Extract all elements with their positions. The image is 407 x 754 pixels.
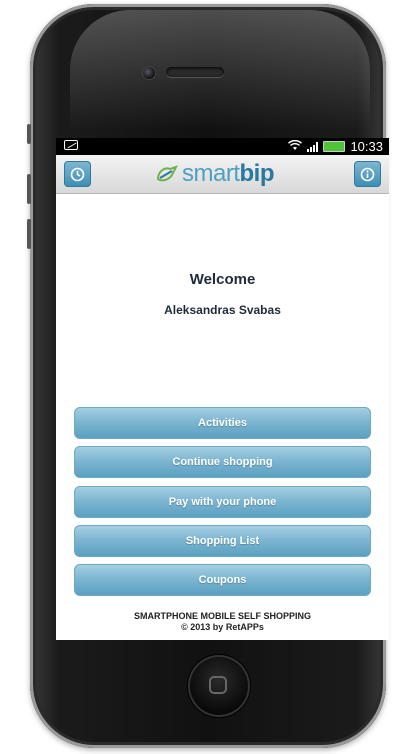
info-button[interactable] [354, 161, 381, 187]
phone-screen: 10:33 smartbip Welcome Aleksandras Svaba… [56, 138, 389, 640]
status-bar: 10:33 [56, 138, 389, 155]
logo-text-light: smart [182, 160, 240, 187]
logo-text-bold: bip [239, 160, 275, 187]
continue-shopping-button[interactable]: Continue shopping [74, 446, 371, 478]
logo-mark-icon [156, 165, 178, 182]
camera-icon [143, 67, 155, 79]
home-button[interactable] [188, 655, 250, 717]
sd-card-icon [64, 140, 78, 150]
wifi-icon [288, 139, 303, 154]
volume-down-button [27, 219, 31, 249]
activities-button[interactable]: Activities [74, 407, 371, 439]
user-name: Aleksandras Svabas [164, 303, 281, 317]
signal-icon [307, 141, 319, 152]
history-button[interactable] [64, 161, 91, 187]
footer-tagline: SMARTPHONE MOBILE SELF SHOPPING [133, 611, 311, 621]
speaker-grille [166, 67, 224, 77]
status-icons: 10:33 [288, 139, 383, 154]
mute-switch [27, 124, 31, 144]
volume-up-button [27, 174, 31, 204]
welcome-heading: Welcome [189, 271, 256, 288]
battery-icon [323, 141, 346, 152]
app-header: smartbip [56, 155, 389, 194]
pay-with-phone-button[interactable]: Pay with your phone [74, 486, 371, 518]
home-square-icon [209, 676, 227, 694]
clock-icon [70, 167, 85, 181]
shopping-list-button[interactable]: Shopping List [74, 525, 371, 557]
footer-copyright: © 2013 by RetAPPs [181, 622, 264, 632]
status-time: 10:33 [350, 139, 383, 154]
coupons-button[interactable]: Coupons [74, 564, 371, 596]
info-icon [360, 167, 375, 181]
app-logo: smartbip [156, 159, 274, 189]
